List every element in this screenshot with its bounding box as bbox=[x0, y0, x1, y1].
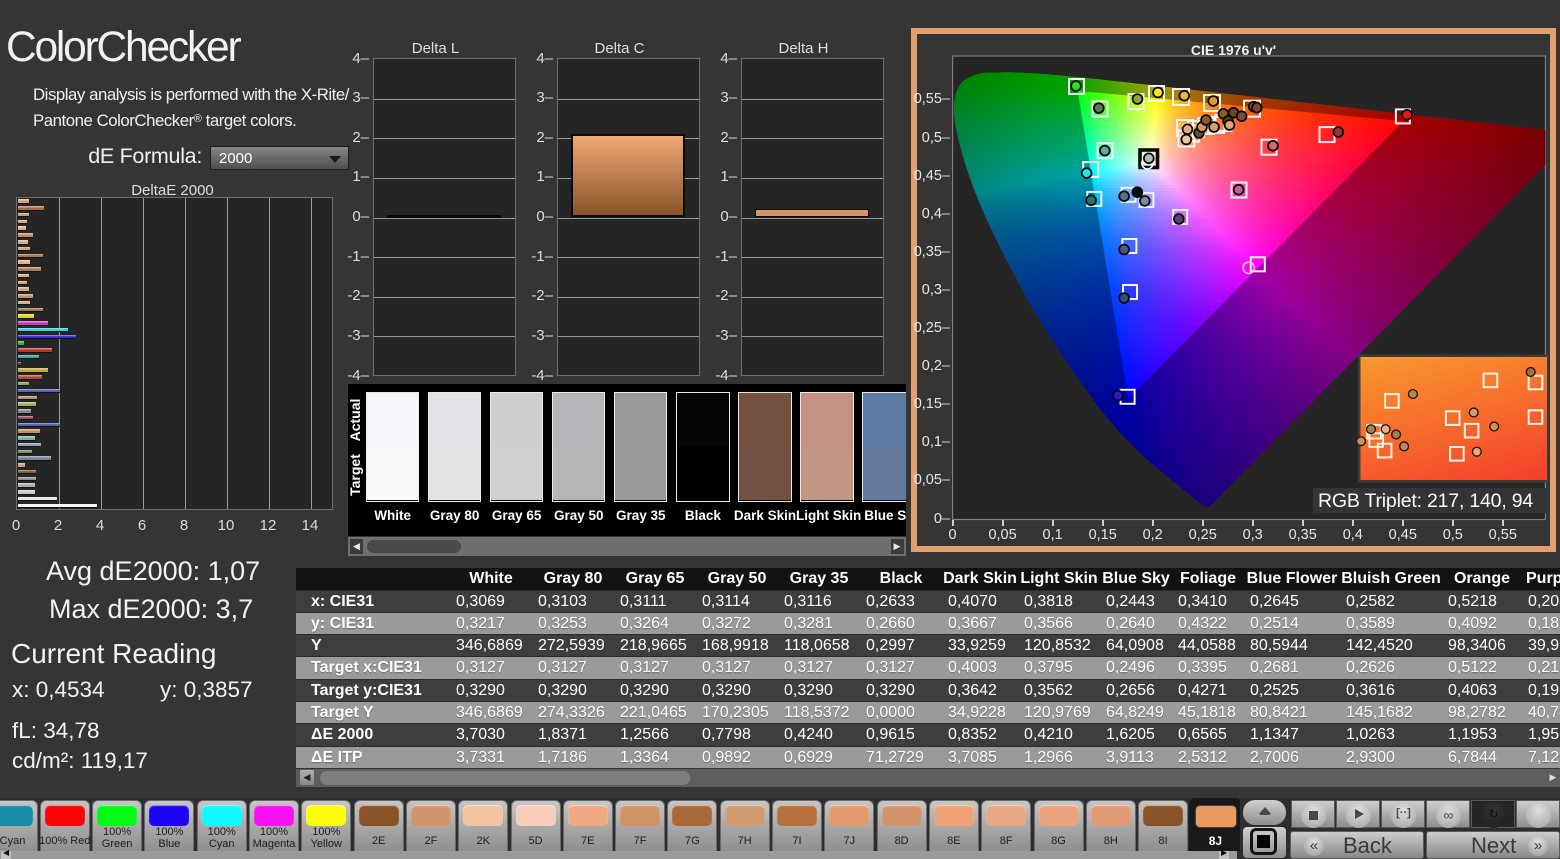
svg-text:RGB Triplet: 217, 140, 94: RGB Triplet: 217, 140, 94 bbox=[1318, 490, 1533, 512]
